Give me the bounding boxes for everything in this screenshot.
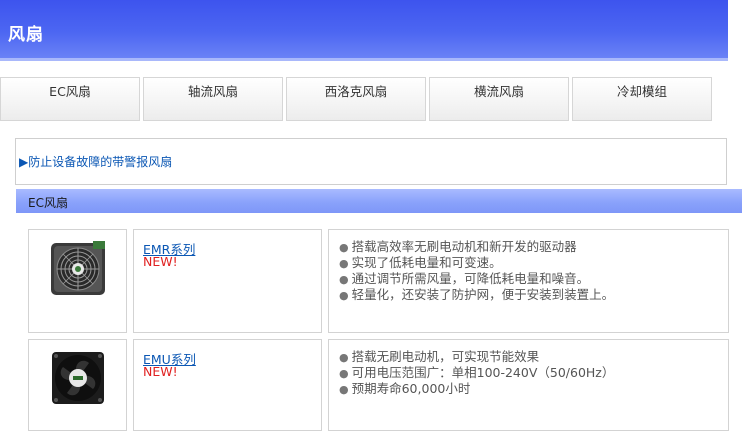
bullet-icon: ● (339, 351, 349, 364)
tab-sirocco-fan[interactable]: 西洛克风扇 (286, 77, 426, 121)
new-badge: NEW! (143, 254, 178, 269)
product-features-cell: ● 搭载高效率无刷电动机和新开发的驱动器 ● 实现了低耗电量和可变速。 ● 通过调节所… (328, 229, 729, 333)
feature-text: 实现了低耗电量和可变速。 (351, 255, 502, 270)
axial-fan-icon[interactable] (49, 349, 107, 407)
alarm-fan-link[interactable]: ▶防止设备故障的带警报风扇 (19, 153, 172, 170)
feature-item: ● 搭载高效率无刷电动机和新开发的驱动器 (339, 239, 614, 255)
bullet-icon: ● (339, 257, 349, 270)
page-title: 风扇 (8, 25, 44, 45)
bullet-icon: ● (339, 383, 349, 396)
feature-list: ● 搭载高效率无刷电动机和新开发的驱动器 ● 实现了低耗电量和可变速。 ● 通过调节所… (339, 239, 614, 303)
section-header: EC风扇 (16, 189, 742, 213)
product-image-cell (28, 229, 127, 333)
bullet-icon: ● (339, 241, 349, 254)
bullet-icon: ● (339, 289, 349, 302)
feature-item: ● 实现了低耗电量和可变速。 (339, 255, 614, 271)
feature-text: 可用电压范围广：单相100-240V（50/60Hz） (351, 365, 615, 380)
tab-crossflow-fan[interactable]: 横流风扇 (429, 77, 569, 121)
product-image-cell (28, 339, 127, 431)
page-banner: 风扇 (0, 0, 728, 61)
product-name-cell: EMU系列 NEW! (133, 339, 322, 431)
tab-axial-fan[interactable]: 轴流风扇 (143, 77, 283, 121)
feature-item: ● 通过调节所需风量，可降低耗电量和噪音。 (339, 271, 614, 287)
feature-text: 搭载高效率无刷电动机和新开发的驱动器 (351, 239, 577, 254)
product-name-cell: EMR系列 NEW! (133, 229, 322, 333)
tab-ec-fan[interactable]: EC风扇 (0, 77, 140, 121)
feature-item: ● 预期寿命60,000小时 (339, 381, 614, 397)
tab-cooling-module[interactable]: 冷却模组 (572, 77, 712, 121)
bullet-icon: ● (339, 273, 349, 286)
feature-text: 通过调节所需风量，可降低耗电量和噪音。 (351, 271, 590, 286)
product-features-cell: ● 搭载无刷电动机，可实现节能效果 ● 可用电压范围广：单相100-240V（50/… (328, 339, 729, 431)
section-title: EC风扇 (28, 196, 68, 210)
category-tabs: EC风扇 轴流风扇 西洛克风扇 横流风扇 冷却模组 (0, 77, 742, 123)
feature-text: 轻量化，还安装了防护网，便于安装到装置上。 (351, 287, 615, 302)
feature-list: ● 搭载无刷电动机，可实现节能效果 ● 可用电压范围广：单相100-240V（50/… (339, 349, 614, 397)
feature-item: ● 搭载无刷电动机，可实现节能效果 (339, 349, 614, 365)
alarm-fan-link-box: ▶防止设备故障的带警报风扇 (15, 138, 727, 185)
bullet-icon: ● (339, 367, 349, 380)
feature-text: 搭载无刷电动机，可实现节能效果 (351, 349, 540, 364)
feature-item: ● 轻量化，还安装了防护网，便于安装到装置上。 (339, 287, 614, 303)
new-badge: NEW! (143, 364, 178, 379)
page: 风扇 EC风扇 轴流风扇 西洛克风扇 横流风扇 冷却模组 ▶防止设备故障的带警报… (0, 0, 742, 431)
feature-text: 预期寿命60,000小时 (351, 381, 471, 396)
feature-item: ● 可用电压范围广：单相100-240V（50/60Hz） (339, 365, 614, 381)
fan-with-grille-icon[interactable] (49, 239, 107, 297)
